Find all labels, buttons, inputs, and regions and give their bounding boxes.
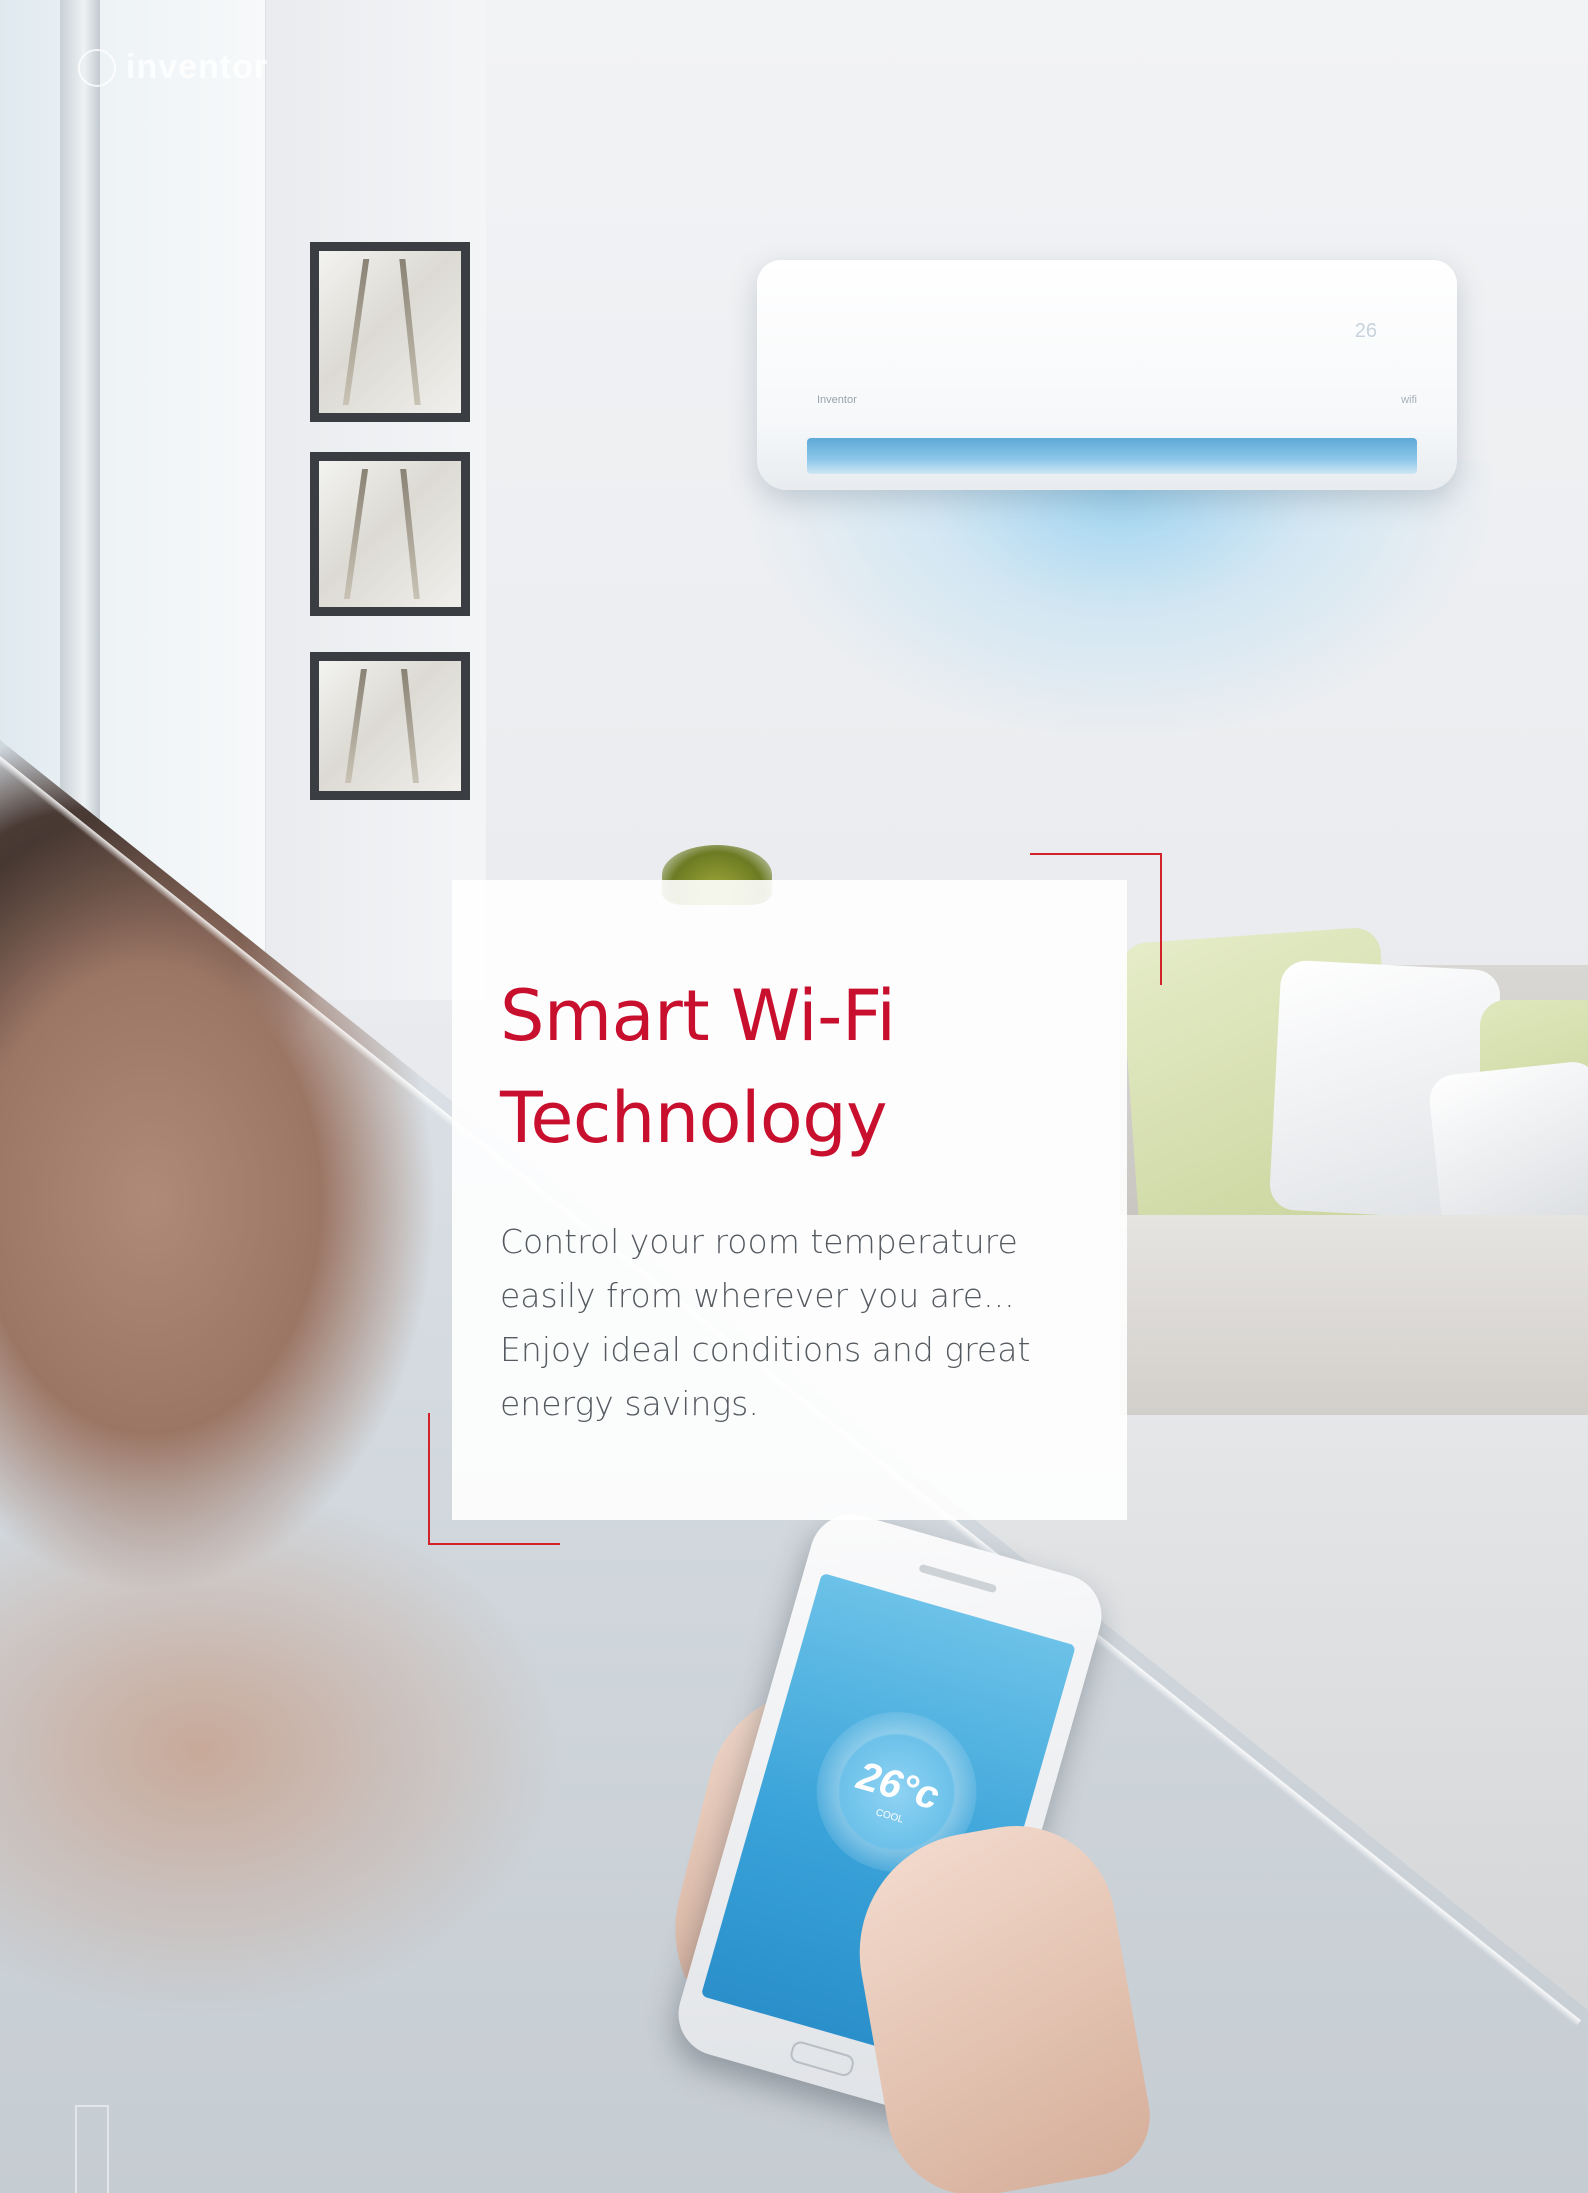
brand-logo: inventor	[78, 48, 268, 87]
window-frame	[60, 0, 100, 860]
ac-display: 26	[1354, 320, 1377, 342]
headline: Smart Wi-Fi Technology	[500, 965, 1100, 1169]
phone-speaker	[918, 1563, 998, 1594]
wall-picture-frame	[310, 652, 470, 800]
air-conditioner-unit: 26 Inventor wifi	[757, 260, 1457, 490]
ac-wifi-mark: wifi	[1401, 394, 1417, 406]
ac-brand-label: Inventor	[817, 394, 857, 406]
wall-picture-frame	[310, 242, 470, 422]
corner-accent-bottom-left	[428, 1413, 560, 1545]
headline-line-1: Smart Wi-Fi	[500, 975, 896, 1057]
page-marker	[75, 2105, 109, 2193]
wall-picture-frame	[310, 452, 470, 616]
sofa-seat	[1120, 1215, 1588, 1415]
description: Control your room temperature easily fro…	[500, 1222, 1031, 1423]
ac-vent	[807, 438, 1417, 474]
headline-line-2: Technology	[500, 1077, 888, 1159]
hero-scene: 26 Inventor wifi 26°c COOL inventor Smar…	[0, 0, 1588, 2193]
cool-air-flow	[740, 460, 1500, 740]
cushion	[1427, 1059, 1588, 1237]
logo-text: inventor	[126, 48, 269, 86]
logo-icon	[78, 48, 116, 87]
phone-home-button	[788, 2039, 856, 2079]
